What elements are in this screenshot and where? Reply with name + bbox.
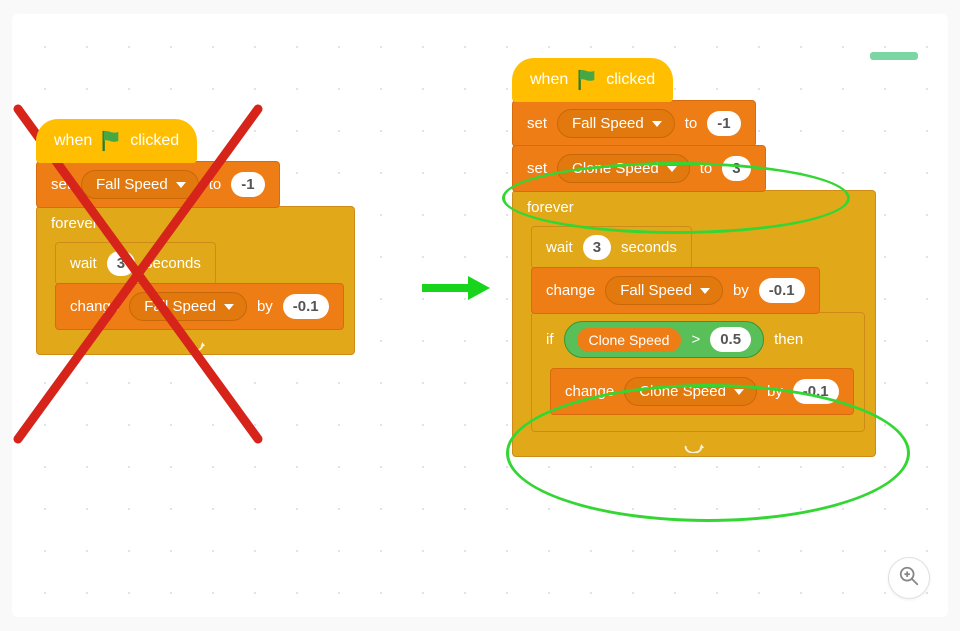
script-before: when clicked set Fall Speed to -1 foreve… <box>36 119 355 355</box>
chevron-down-icon <box>652 121 662 127</box>
set-clone-speed-block[interactable]: set Clone Speed to 3 <box>512 145 766 192</box>
script-after: when clicked set Fall Speed to -1 set Cl… <box>512 58 876 457</box>
seconds-label: seconds <box>145 255 201 272</box>
set-fall-speed-block[interactable]: set Fall Speed to -1 <box>36 161 280 208</box>
set-fall-value-input[interactable]: -1 <box>231 172 264 197</box>
change-label: change <box>565 383 614 400</box>
wait-block[interactable]: wait 3 seconds <box>55 242 216 285</box>
change-fall-value-input[interactable]: -0.1 <box>759 278 805 303</box>
var-name: Clone Speed <box>639 383 726 400</box>
by-label: by <box>257 298 273 315</box>
var-name: Fall Speed <box>96 176 168 193</box>
seconds-label: seconds <box>621 239 677 256</box>
var-dropdown-fall-speed[interactable]: Fall Speed <box>81 170 199 199</box>
change-label: change <box>546 282 595 299</box>
set-label: set <box>527 160 547 177</box>
change-clone-speed-block[interactable]: change Clone Speed by -0.1 <box>550 368 854 415</box>
var-dropdown-fall-speed[interactable]: Fall Speed <box>557 109 675 138</box>
magnifier-plus-icon <box>898 565 920 592</box>
var-dropdown-fall-speed[interactable]: Fall Speed <box>129 292 247 321</box>
set-fall-speed-block[interactable]: set Fall Speed to -1 <box>512 100 756 147</box>
gt-symbol: > <box>691 331 700 348</box>
var-name: Fall Speed <box>572 115 644 132</box>
var-dropdown-clone-speed[interactable]: Clone Speed <box>557 154 690 183</box>
gt-rhs-input[interactable]: 0.5 <box>710 327 751 352</box>
forever-label: forever <box>527 199 574 216</box>
forever-block[interactable]: forever wait 3 seconds change Fall Speed… <box>512 190 876 457</box>
loop-arrow-icon <box>683 439 705 453</box>
var-dropdown-clone-speed[interactable]: Clone Speed <box>624 377 757 406</box>
var-name: Fall Speed <box>620 282 692 299</box>
slider-handle[interactable] <box>870 52 918 60</box>
hat-when-flag-clicked[interactable]: when clicked <box>512 58 673 102</box>
hat-clicked-label: clicked <box>606 71 655 89</box>
var-name: Fall Speed <box>144 298 216 315</box>
to-label: to <box>685 115 698 132</box>
change-clone-value-input[interactable]: -0.1 <box>793 379 839 404</box>
by-label: by <box>733 282 749 299</box>
if-label: if <box>546 331 554 348</box>
set-clone-value-input[interactable]: 3 <box>722 156 750 181</box>
to-label: to <box>209 176 222 193</box>
chevron-down-icon <box>700 288 710 294</box>
hat-when-flag-clicked[interactable]: when clicked <box>36 119 197 163</box>
var-dropdown-fall-speed[interactable]: Fall Speed <box>605 276 723 305</box>
change-fall-speed-block[interactable]: change Fall Speed by -0.1 <box>531 267 820 314</box>
wait-label: wait <box>546 239 573 256</box>
to-label: to <box>700 160 713 177</box>
zoom-in-button[interactable] <box>888 557 930 599</box>
change-fall-speed-block[interactable]: change Fall Speed by -0.1 <box>55 283 344 330</box>
if-block[interactable]: if Clone Speed > 0.5 then change Clone S <box>531 312 865 432</box>
hat-clicked-label: clicked <box>130 132 179 150</box>
var-reporter-clone-speed[interactable]: Clone Speed <box>577 328 682 352</box>
hat-when-label: when <box>54 132 92 150</box>
var-name: Clone Speed <box>572 160 659 177</box>
set-label: set <box>51 176 71 193</box>
change-label: change <box>70 298 119 315</box>
forever-block[interactable]: forever wait 3 seconds change Fall Speed… <box>36 206 355 355</box>
chevron-down-icon <box>734 389 744 395</box>
scratch-canvas: when clicked set Fall Speed to -1 foreve… <box>12 14 948 617</box>
chevron-down-icon <box>224 304 234 310</box>
change-fall-value-input[interactable]: -0.1 <box>283 294 329 319</box>
loop-arrow-icon <box>184 337 206 351</box>
chevron-down-icon <box>176 182 186 188</box>
arrow-right-icon <box>420 274 492 302</box>
wait-value-input[interactable]: 3 <box>107 251 135 276</box>
operator-greater-than[interactable]: Clone Speed > 0.5 <box>564 321 765 358</box>
green-flag-icon <box>100 129 122 153</box>
set-fall-value-input[interactable]: -1 <box>707 111 740 136</box>
green-flag-icon <box>576 68 598 92</box>
forever-label: forever <box>51 215 98 232</box>
chevron-down-icon <box>667 166 677 172</box>
then-label: then <box>774 331 803 348</box>
wait-block[interactable]: wait 3 seconds <box>531 226 692 269</box>
by-label: by <box>767 383 783 400</box>
set-label: set <box>527 115 547 132</box>
wait-value-input[interactable]: 3 <box>583 235 611 260</box>
hat-when-label: when <box>530 71 568 89</box>
wait-label: wait <box>70 255 97 272</box>
